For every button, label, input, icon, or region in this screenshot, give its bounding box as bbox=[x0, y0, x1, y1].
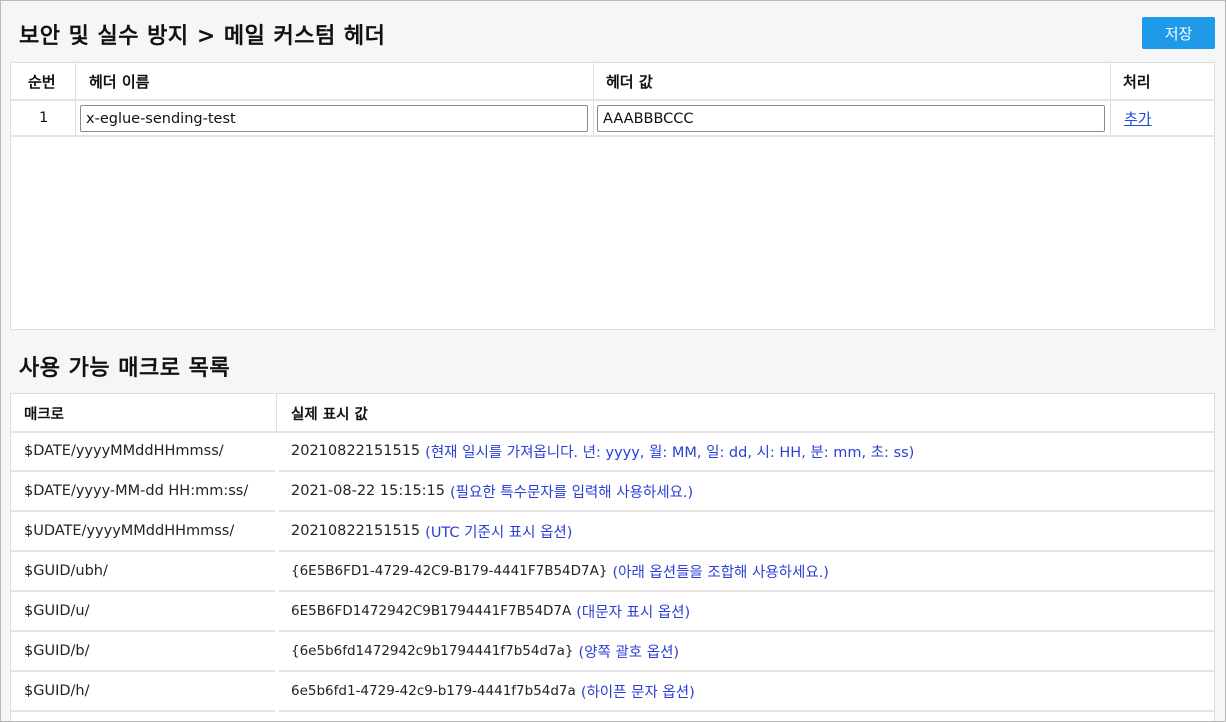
macro-display-value: 20210822151515 (현재 일시를 가져옵니다. 년: yyyy, 월:… bbox=[291, 432, 914, 470]
column-header-action: 처리 bbox=[1123, 72, 1151, 91]
column-header-macro: 매크로 bbox=[24, 406, 65, 423]
macro-display-value: 20210822151515 (UTC 기준시 표시 옵션) bbox=[291, 512, 572, 550]
column-header-index: 순번 bbox=[28, 72, 56, 91]
macro-row: $GUID/h/ 6e5b6fd1-4729-42c9-b179-4441f7b… bbox=[11, 672, 1214, 712]
header-name-input[interactable] bbox=[80, 105, 588, 132]
macro-code: $DATE/yyyy-MM-dd HH:mm:ss/ bbox=[24, 483, 249, 499]
macro-code: $DATE/yyyyMMddHHmmss/ bbox=[24, 443, 224, 459]
macro-code: $GUID/u/ bbox=[24, 603, 90, 619]
macro-example: 6E5B6FD1472942C9B1794441F7B54D7A bbox=[291, 603, 572, 619]
custom-header-table: 순번 헤더 이름 헤더 값 처리 1 추가 bbox=[10, 62, 1215, 330]
macro-display-value: {6e5b6fd1472942c9b1794441f7b54d7a} (양쪽 괄호… bbox=[291, 632, 679, 670]
macro-note: (하이픈 문자 옵션) bbox=[580, 684, 695, 701]
column-header-display-value: 실제 표시 값 bbox=[291, 406, 368, 423]
table-row: 1 추가 bbox=[11, 101, 1214, 135]
macro-note: (현재 일시를 가져옵니다. 년: yyyy, 월: MM, 일: dd, 시:… bbox=[425, 444, 915, 461]
macro-example: 6e5b6fd1-4729-42c9-b179-4441f7b54d7a bbox=[291, 683, 576, 699]
macro-note: (대문자 표시 옵션) bbox=[576, 604, 691, 621]
macro-row: $GUID/b/ {6e5b6fd1472942c9b1794441f7b54d… bbox=[11, 632, 1214, 672]
header-value-input[interactable] bbox=[597, 105, 1105, 132]
macro-note: (양쪽 괄호 옵션) bbox=[578, 644, 680, 661]
save-button[interactable]: 저장 bbox=[1142, 17, 1215, 49]
macro-row: $UDATE/yyyyMMddHHmmss/ 20210822151515 (UT… bbox=[11, 512, 1214, 552]
macro-code: $GUID/b/ bbox=[24, 643, 90, 659]
macro-note: (필요한 특수문자를 입력해 사용하세요.) bbox=[450, 484, 694, 501]
macro-code: $GUID/h/ bbox=[24, 683, 90, 699]
macro-row: $DATE/yyyy-MM-dd HH:mm:ss/ 2021-08-22 15… bbox=[11, 472, 1214, 512]
macro-header-row: 매크로 실제 표시 값 bbox=[11, 394, 1214, 432]
macro-example: 2021-08-22 15:15:15 bbox=[291, 483, 445, 499]
row-index: 1 bbox=[39, 110, 49, 126]
macro-note: (아래 옵션들을 조합해 사용하세요.) bbox=[612, 564, 829, 581]
macro-example: {6e5b6fd1472942c9b1794441f7b54d7a} bbox=[291, 643, 574, 659]
macro-example: 20210822151515 bbox=[291, 443, 421, 459]
macro-code: $UDATE/yyyyMMddHHmmss/ bbox=[24, 523, 235, 539]
column-header-name: 헤더 이름 bbox=[89, 72, 150, 91]
add-link[interactable]: 추가 bbox=[1124, 108, 1152, 129]
row-divider bbox=[11, 135, 1214, 137]
macro-row: $DATE/yyyyMMddHHmmss/ 20210822151515 (현재 … bbox=[11, 432, 1214, 472]
macro-code: $GUID/ubh/ bbox=[24, 563, 108, 579]
row-divider bbox=[11, 710, 275, 712]
row-divider bbox=[279, 710, 1214, 712]
macro-display-value: 6E5B6FD1472942C9B1794441F7B54D7A (대문자 표시 … bbox=[291, 592, 690, 630]
column-divider bbox=[276, 394, 277, 432]
macro-section-title: 사용 가능 매크로 목록 bbox=[19, 356, 231, 381]
column-header-value: 헤더 값 bbox=[606, 72, 653, 91]
macro-example: {6E5B6FD1-4729-42C9-B179-4441F7B54D7A} bbox=[291, 563, 608, 579]
macro-note: (UTC 기준시 표시 옵션) bbox=[425, 524, 573, 541]
macro-row: $GUID/u/ 6E5B6FD1472942C9B1794441F7B54D7… bbox=[11, 592, 1214, 632]
macro-display-value: {6E5B6FD1-4729-42C9-B179-4441F7B54D7A} (아… bbox=[291, 552, 829, 590]
macro-table: 매크로 실제 표시 값 $DATE/yyyyMMddHHmmss/ 202108… bbox=[10, 393, 1215, 721]
page-title: 보안 및 실수 방지 > 메일 커스텀 헤더 bbox=[19, 24, 386, 49]
macro-display-value: 2021-08-22 15:15:15 (필요한 특수문자를 입력해 사용하세요.… bbox=[291, 472, 693, 510]
macro-example: 20210822151515 bbox=[291, 523, 421, 539]
macro-display-value: 6e5b6fd1-4729-42c9-b179-4441f7b54d7a (하이픈… bbox=[291, 672, 695, 710]
macro-row: $GUID/ubh/ {6E5B6FD1-4729-42C9-B179-4441… bbox=[11, 552, 1214, 592]
table-header-row: 순번 헤더 이름 헤더 값 처리 bbox=[11, 63, 1214, 99]
